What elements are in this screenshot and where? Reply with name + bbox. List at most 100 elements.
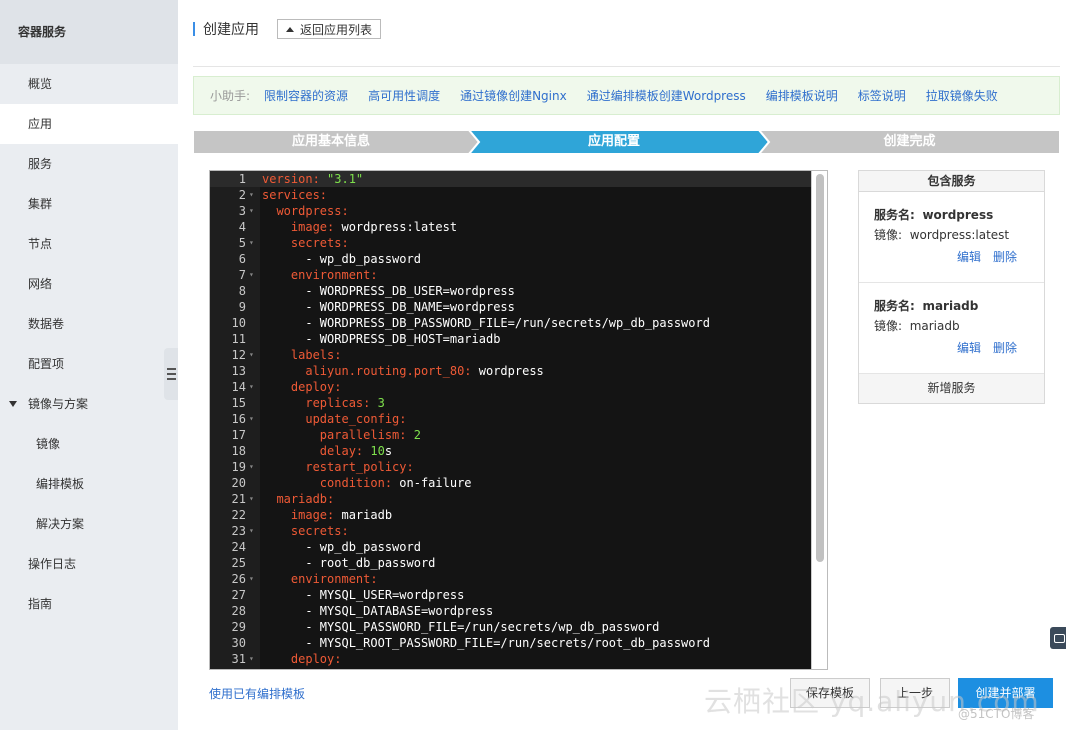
line-number: 1 — [238, 172, 246, 186]
code-line: 31 ▾ deploy: — [210, 651, 827, 667]
code-line: 25 - root_db_password — [210, 555, 827, 571]
code-line: 8 - WORDPRESS_DB_USER=wordpress — [210, 283, 827, 299]
code-token: 3 — [377, 396, 385, 410]
create-deploy-button[interactable]: 创建并部署 — [958, 678, 1053, 708]
collapse-menu-icon[interactable] — [164, 348, 178, 400]
sidebar-item-label: 节点 — [28, 237, 53, 251]
sidebar-item-0[interactable]: 概览 — [0, 64, 178, 104]
delete-service-link[interactable]: 删除 — [993, 250, 1017, 264]
code-text: - WORDPRESS_DB_USER=wordpress — [262, 283, 515, 299]
code-token: services: — [262, 188, 328, 202]
code-text: - wp_db_password — [262, 539, 421, 555]
code-line: 15 replicas: 3 — [210, 395, 827, 411]
sidebar-item-2[interactable]: 服务 — [0, 144, 178, 184]
helper-link-1[interactable]: 高可用性调度 — [368, 87, 440, 104]
service-image-label: 镜像: — [874, 228, 903, 242]
code-token: s — [384, 444, 393, 458]
compose-editor[interactable]: 1 version: "3.1" 2 ▾ services: 3 ▾ wordpress: 4… — [209, 170, 828, 670]
code-token: - WORDPRESS_DB_PASSWORD_FILE=/run/secret… — [305, 316, 710, 330]
sidebar-item-8[interactable]: 镜像与方案 — [0, 384, 178, 424]
fold-arrow-icon[interactable]: ▾ — [249, 379, 254, 395]
sidebar-item-3[interactable]: 集群 — [0, 184, 178, 224]
code-text: replicas: 3 — [262, 395, 385, 411]
sidebar-item-5[interactable]: 网络 — [0, 264, 178, 304]
code-line: 19 ▾ restart_policy: — [210, 459, 827, 475]
code-line: 3 ▾ wordpress: — [210, 203, 827, 219]
sidebar-item-6[interactable]: 数据卷 — [0, 304, 178, 344]
code-line: 13 aliyun.routing.port_80: wordpress — [210, 363, 827, 379]
save-template-button[interactable]: 保存模板 — [790, 678, 870, 708]
line-number: 22 — [231, 508, 246, 522]
sidebar-item-4[interactable]: 节点 — [0, 224, 178, 264]
sidebar-item-7[interactable]: 配置项 — [0, 344, 178, 384]
fold-arrow-icon[interactable]: ▾ — [249, 235, 254, 251]
edit-service-link[interactable]: 编辑 — [957, 250, 981, 264]
editor-scrollbar-thumb[interactable] — [816, 174, 824, 562]
back-to-app-list-button[interactable]: 返回应用列表 — [277, 19, 382, 39]
editor-scrollbar[interactable] — [811, 171, 827, 669]
sidebar-item-12[interactable]: 操作日志 — [0, 544, 178, 584]
code-token: secrets: — [290, 236, 349, 250]
edit-service-link[interactable]: 编辑 — [957, 341, 981, 355]
line-number: 18 — [231, 444, 246, 458]
code-token: on-failure — [399, 476, 472, 490]
fold-arrow-icon[interactable]: ▾ — [249, 459, 254, 475]
sidebar-item-9[interactable]: 镜像 — [0, 424, 178, 464]
fold-arrow-icon[interactable]: ▾ — [249, 187, 254, 203]
code-token: mariadb: — [276, 492, 335, 506]
fold-arrow-icon[interactable]: ▾ — [249, 347, 254, 363]
sidebar-item-11[interactable]: 解决方案 — [0, 504, 178, 544]
sidebar-item-10[interactable]: 编排模板 — [0, 464, 178, 504]
code-token: mariadb — [341, 508, 393, 522]
code-token: wordpress — [478, 364, 544, 378]
fold-arrow-icon[interactable]: ▾ — [249, 523, 254, 539]
service-name-row: 服务名: mariadb — [874, 297, 1044, 317]
code-token: condition: — [319, 476, 400, 490]
code-text: - root_db_password — [262, 555, 435, 571]
code-token: - WORDPRESS_DB_HOST=mariadb — [305, 332, 501, 346]
code-text: condition: on-failure — [262, 475, 472, 491]
sidebar-item-1[interactable]: 应用 — [0, 104, 178, 144]
add-service-button[interactable]: 新增服务 — [859, 374, 1044, 403]
fold-arrow-icon[interactable]: ▾ — [249, 411, 254, 427]
delete-service-link[interactable]: 删除 — [993, 341, 1017, 355]
helper-link-4[interactable]: 编排模板说明 — [766, 87, 838, 104]
code-token: wordpress:latest — [341, 220, 458, 234]
line-number: 27 — [231, 588, 246, 602]
fold-arrow-icon[interactable]: ▾ — [249, 203, 254, 219]
sidebar-item-label: 指南 — [28, 597, 53, 611]
code-token: parallelism: — [319, 428, 414, 442]
code-text: environment: — [262, 267, 378, 283]
chat-icon[interactable] — [1050, 627, 1066, 649]
helper-link-2[interactable]: 通过镜像创建Nginx — [460, 87, 567, 104]
sidebar-item-13[interactable]: 指南 — [0, 584, 178, 624]
code-line: 1 version: "3.1" — [210, 171, 827, 187]
helper-link-5[interactable]: 标签说明 — [858, 87, 906, 104]
fold-arrow-icon[interactable]: ▾ — [249, 491, 254, 507]
use-existing-template-link[interactable]: 使用已有编排模板 — [209, 685, 305, 702]
code-line: 9 - WORDPRESS_DB_NAME=wordpress — [210, 299, 827, 315]
fold-arrow-icon[interactable]: ▾ — [249, 571, 254, 587]
helper-link-6[interactable]: 拉取镜像失败 — [926, 87, 998, 104]
code-text: update_config: — [262, 411, 406, 427]
helper-link-3[interactable]: 通过编排模板创建Wordpress — [587, 87, 746, 104]
service-image-row: 镜像: mariadb — [874, 317, 1044, 337]
code-token: - MYSQL_DATABASE=wordpress — [305, 604, 494, 618]
code-token: labels: — [290, 348, 342, 362]
helper-link-0[interactable]: 限制容器的资源 — [264, 87, 348, 104]
code-token: - MYSQL_USER=wordpress — [305, 588, 465, 602]
service-name-label: 服务名: — [874, 299, 915, 313]
code-line: 7 ▾ environment: — [210, 267, 827, 283]
code-token: image: — [290, 508, 342, 522]
prev-step-button[interactable]: 上一步 — [880, 678, 950, 708]
fold-arrow-icon[interactable]: ▾ — [249, 651, 254, 667]
fold-arrow-icon[interactable]: ▾ — [249, 267, 254, 283]
code-text: secrets: — [262, 523, 349, 539]
code-text: services: — [262, 187, 327, 203]
